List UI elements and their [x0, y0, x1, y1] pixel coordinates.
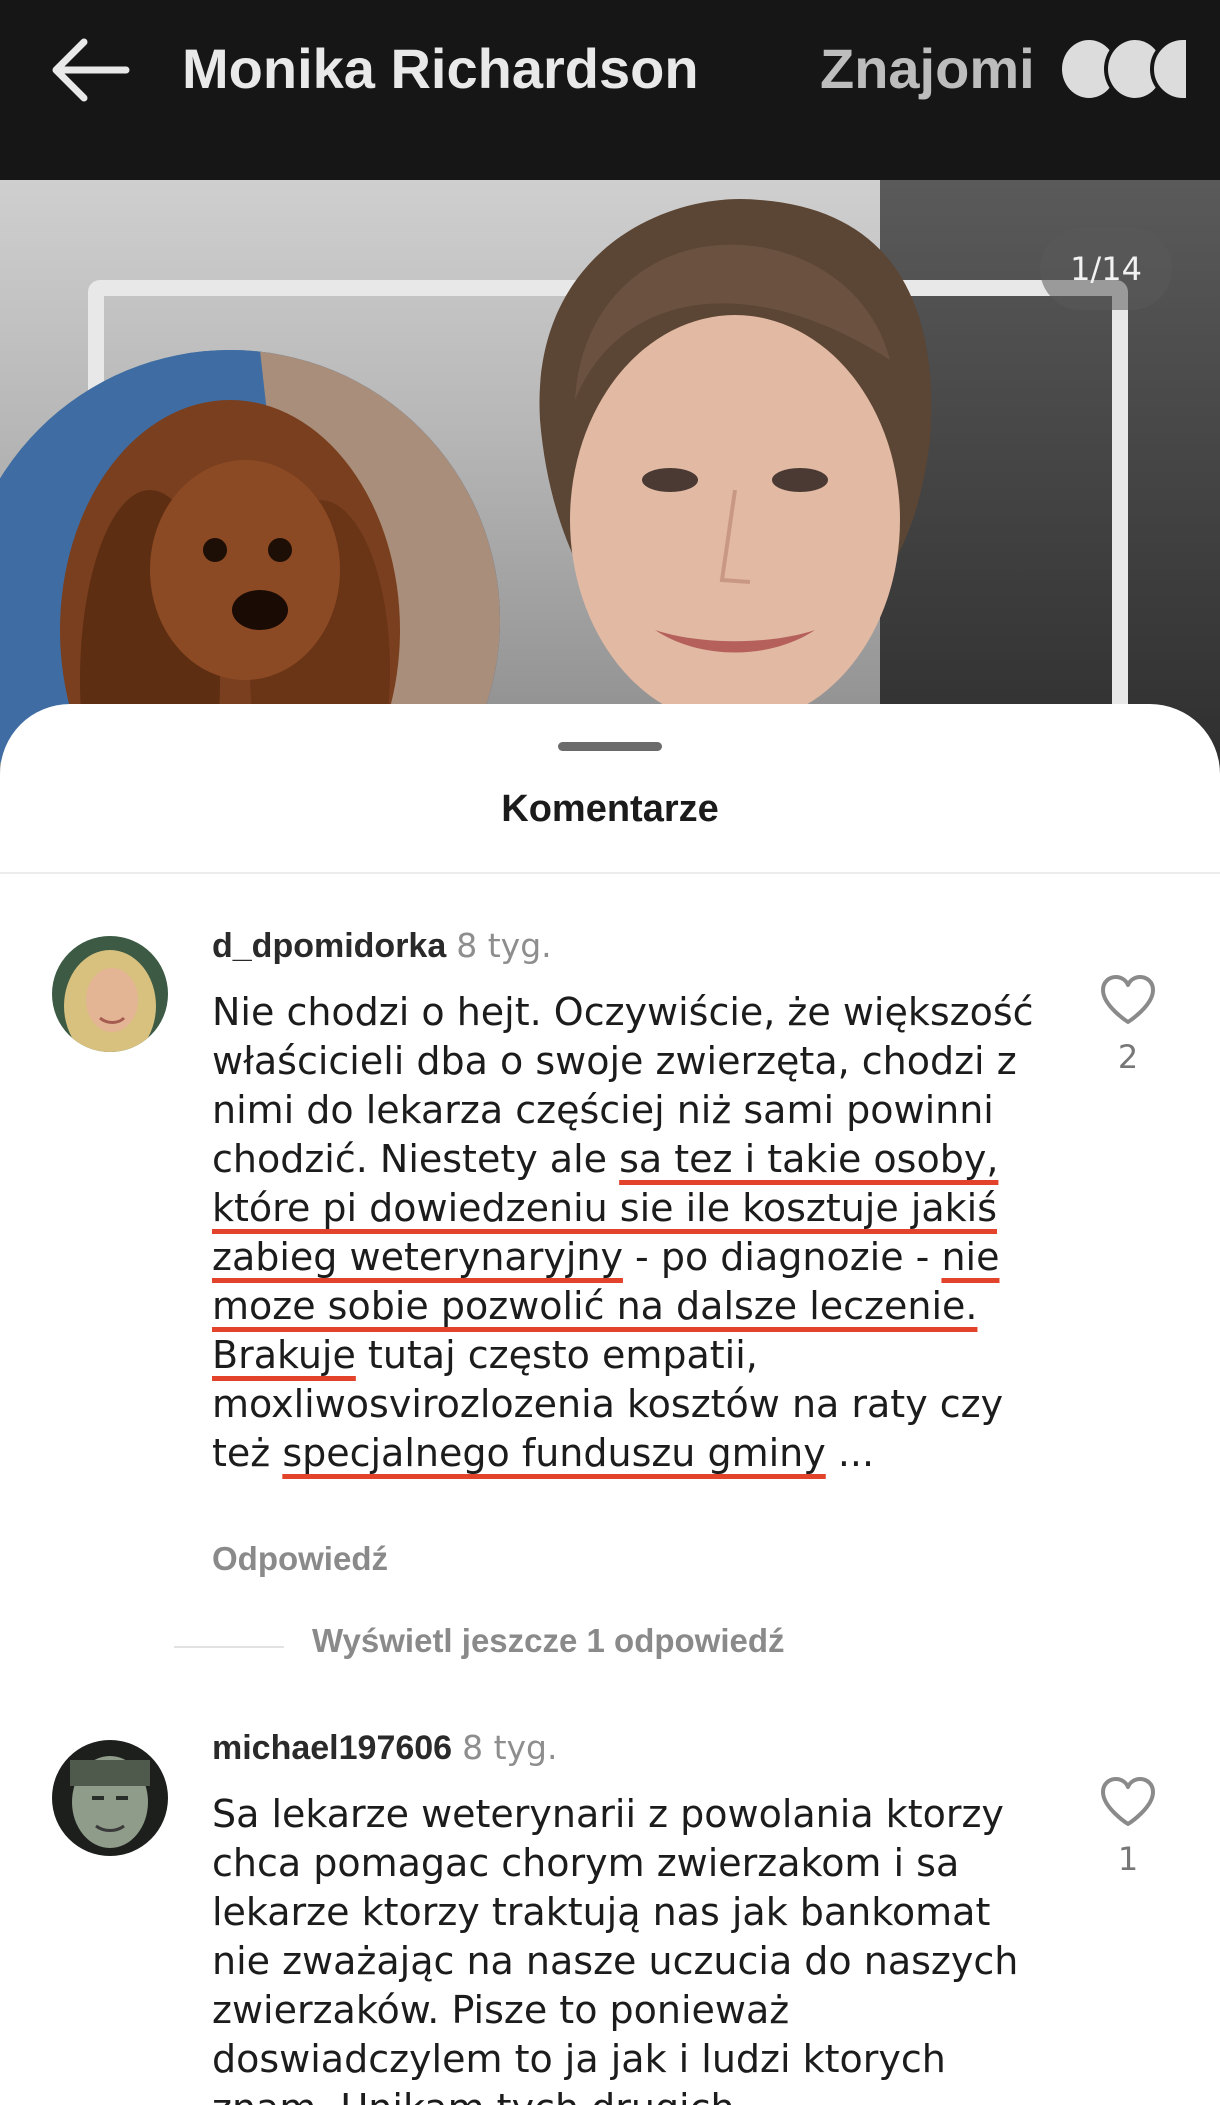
comment-header: d_dpomidorka 8 tyg.: [212, 926, 552, 966]
comment-username[interactable]: d_dpomidorka: [212, 927, 446, 965]
comments-sheet: Komentarze d_dpomidorka 8 tyg. Nie chodzi…: [0, 704, 1220, 2105]
photo-counter-badge: 1/14: [1040, 228, 1172, 310]
friends-avatars[interactable]: [1058, 36, 1198, 102]
comment-text: Sa lekarze weterynarii z powolania ktorz…: [212, 1792, 1019, 2105]
comment-time: 8 tyg.: [462, 1728, 558, 1767]
comment-header: michael197606 8 tyg.: [212, 1728, 557, 1768]
comment-text-part: - po diagnozie -: [622, 1235, 942, 1279]
sheet-drag-handle[interactable]: [558, 742, 662, 751]
woman-portrait: [470, 190, 990, 780]
like-button[interactable]: 2: [1096, 974, 1160, 1076]
heart-icon: [1101, 1777, 1155, 1826]
post-photo[interactable]: 1/14: [0, 180, 1220, 780]
divider: [0, 872, 1220, 874]
comment-text-part: ...: [825, 1431, 875, 1475]
view-more-replies-label: Wyświetl jeszcze 1 odpowiedź: [312, 1622, 785, 1659]
view-more-replies[interactable]: Wyświetl jeszcze 1 odpowiedź: [174, 1622, 1074, 1672]
screen: Monika Richardson Znajomi 1/14 Komentarz…: [0, 0, 1220, 2105]
reply-button[interactable]: Odpowiedź: [212, 1540, 388, 1578]
divider: [174, 1646, 284, 1648]
heart-icon: [1101, 975, 1155, 1024]
like-count: 1: [1117, 1840, 1139, 1878]
profile-name[interactable]: Monika Richardson: [182, 36, 699, 101]
highlighted-text: specjalnego funduszu gminy: [282, 1431, 826, 1475]
back-button[interactable]: [40, 30, 150, 110]
avatar[interactable]: [52, 1740, 168, 1856]
friends-button[interactable]: Znajomi: [820, 36, 1035, 101]
sheet-title: Komentarze: [501, 788, 719, 830]
avatar[interactable]: [52, 936, 168, 1052]
top-bar: Monika Richardson Znajomi: [0, 0, 1220, 180]
comment-username[interactable]: michael197606: [212, 1729, 452, 1767]
like-count: 2: [1117, 1038, 1139, 1076]
comment-text: Nie chodzi o hejt. Oczywiście, że większ…: [212, 988, 1042, 1478]
like-button[interactable]: 1: [1096, 1776, 1160, 1878]
arrow-left-icon: [52, 38, 130, 102]
comment-time: 8 tyg.: [456, 926, 552, 965]
